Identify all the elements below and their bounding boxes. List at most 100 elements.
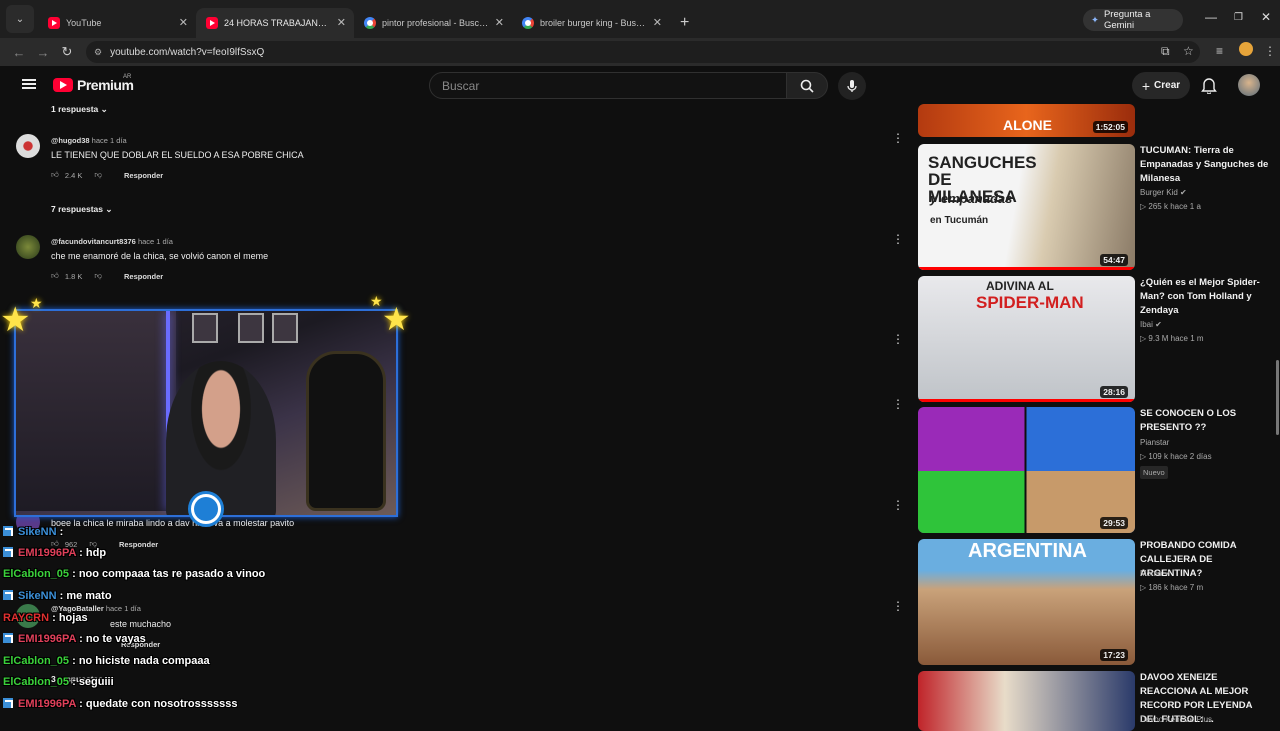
chat-text: : quedate con nosotrosssssss: [79, 698, 238, 710]
comment-time[interactable]: hace 1 día: [138, 237, 173, 246]
minimize-icon[interactable]: —: [1205, 10, 1217, 24]
url-field[interactable]: ⚙ youtube.com/watch?v=feoI9lfSsxQ: [86, 41, 1200, 63]
channel-badge-icon: [188, 491, 224, 527]
create-button[interactable]: + Crear: [1132, 72, 1190, 99]
dislike-icon[interactable]: 👎︎: [94, 170, 102, 180]
new-tab-icon[interactable]: +: [680, 14, 689, 32]
comment-menu-icon[interactable]: ⋮: [892, 398, 904, 410]
channel-name[interactable]: Momo ✔: [1140, 569, 1171, 578]
comment-time[interactable]: hace 1 día: [92, 136, 127, 145]
reply-button[interactable]: Responder: [124, 171, 163, 180]
youtube-icon: [206, 17, 218, 29]
comment-menu-icon[interactable]: ⋮: [892, 233, 904, 245]
youtube-logo-icon: [53, 78, 73, 92]
like-icon[interactable]: 👍︎: [51, 170, 59, 180]
video-title[interactable]: TUCUMAN: Tierra de Empanadas y Sanguches…: [1140, 144, 1272, 186]
comment-menu-icon[interactable]: ⋮: [892, 600, 904, 612]
tab-search-button[interactable]: ⌄: [6, 5, 34, 33]
video-duration: 29:53: [1100, 517, 1128, 529]
close-tab-icon[interactable]: ✕: [179, 16, 188, 29]
thumbnail-text: y empanadas: [930, 191, 1013, 206]
gemini-button[interactable]: ✦ Pregunta a Gemini: [1083, 9, 1183, 31]
close-tab-icon[interactable]: ✕: [653, 16, 662, 29]
close-tab-icon[interactable]: ✕: [495, 16, 504, 29]
comment-text: LE TIENEN QUE DOBLAR EL SUELDO A ESA POB…: [51, 150, 304, 160]
browser-tab[interactable]: pintor profesional - Buscar con ✕: [354, 8, 512, 38]
comment-avatar[interactable]: [16, 235, 40, 259]
play-icon: ▷: [1140, 583, 1147, 592]
comment-time[interactable]: hace 1 día: [106, 604, 141, 613]
video-thumbnail[interactable]: 29:53: [918, 407, 1135, 533]
reply-button[interactable]: Responder: [119, 540, 158, 549]
thumbnail-text: ARGENTINA: [968, 540, 1087, 562]
dislike-icon[interactable]: 👎︎: [94, 271, 102, 281]
comment-author[interactable]: @facundovitancurt8376: [51, 237, 136, 246]
google-icon: [364, 17, 376, 29]
close-window-icon[interactable]: ✕: [1261, 10, 1271, 24]
video-thumbnail[interactable]: [918, 671, 1135, 731]
search-input[interactable]: Buscar: [429, 72, 787, 99]
replies-toggle[interactable]: 7 respuestas ⌄: [51, 204, 112, 215]
search-button[interactable]: [786, 72, 828, 99]
play-icon: ▷: [1140, 452, 1147, 461]
comment-header: @hugod38 hace 1 día: [51, 136, 127, 145]
replies-toggle[interactable]: 1 respuesta ⌄: [51, 104, 108, 115]
streamer: [166, 361, 276, 515]
comment-menu-icon[interactable]: ⋮: [892, 333, 904, 345]
forward-icon[interactable]: →: [32, 45, 54, 60]
chat-username: RAYCRN: [3, 612, 50, 624]
comment-avatar[interactable]: [16, 134, 40, 158]
chrome-menu-icon[interactable]: ⋮: [1264, 44, 1276, 58]
chat-username: ElCablon_05: [3, 676, 70, 688]
browser-tab[interactable]: YouTube ✕: [38, 8, 196, 38]
voice-search-button[interactable]: [838, 72, 866, 100]
chat-username: EMI1996PA: [18, 698, 77, 710]
like-icon[interactable]: 👍︎: [51, 271, 59, 281]
webcam-background: [16, 311, 176, 511]
comment-author[interactable]: @hugod38: [51, 136, 90, 145]
chat-username: ElCablon_05: [3, 568, 70, 580]
notifications-bell-icon[interactable]: [1201, 76, 1217, 94]
restore-icon[interactable]: ❐: [1234, 12, 1243, 23]
cast-icon[interactable]: ⧉: [1161, 44, 1170, 59]
chat-message: SikeNN :: [3, 526, 63, 538]
microphone-icon: [847, 80, 857, 92]
site-info-icon[interactable]: ⚙: [94, 47, 102, 58]
menu-icon[interactable]: [22, 79, 36, 89]
chat-message: RAYCRN : hojas: [3, 612, 88, 624]
browser-profile-avatar[interactable]: [1239, 42, 1253, 56]
reply-button[interactable]: Responder: [124, 272, 163, 281]
page-scrollbar[interactable]: [1276, 360, 1279, 435]
reload-icon[interactable]: ↻: [56, 44, 78, 60]
media-controls-icon[interactable]: ≡: [1216, 44, 1223, 58]
thumbnail-text: en Tucumán: [930, 215, 989, 226]
channel-name[interactable]: Ibai ✔: [1140, 320, 1162, 329]
comment-menu-icon[interactable]: ⋮: [892, 499, 904, 511]
verified-icon: ✔: [1180, 188, 1187, 197]
chat-text: : seguiii: [72, 676, 114, 688]
chat-text: : no te vayas: [79, 633, 146, 645]
star-decoration-icon: ★: [370, 293, 383, 309]
gaming-chair: [306, 351, 386, 511]
channel-name[interactable]: Pianstar: [1140, 438, 1169, 447]
chat-message: EMI1996PA : hdp: [3, 547, 106, 559]
bookmark-star-icon[interactable]: ☆: [1183, 44, 1194, 58]
chat-message: ElCablon_05 : seguiii: [3, 676, 114, 688]
chat-username: EMI1996PA: [18, 633, 77, 645]
browser-tab[interactable]: broiler burger king - Buscar con ✕: [512, 8, 670, 38]
browser-tab-active[interactable]: 24 HORAS TRABAJANDO EN UN ✕: [196, 8, 354, 38]
youtube-premium-logo[interactable]: Premium AR: [53, 74, 134, 93]
back-icon[interactable]: ←: [8, 45, 30, 60]
video-title[interactable]: SE CONOCEN O LOS PRESENTO ??: [1140, 407, 1272, 435]
video-thumbnail[interactable]: ALONE 1:52:05: [918, 104, 1135, 137]
chat-message: EMI1996PA : quedate con nosotrosssssss: [3, 698, 237, 710]
video-thumbnail[interactable]: ARGENTINA 17:23: [918, 539, 1135, 665]
channel-name[interactable]: Burger Kid ✔: [1140, 188, 1187, 197]
video-thumbnail[interactable]: SANGUCHES DE MILANESA y empanadas en Tuc…: [918, 144, 1135, 270]
comment-menu-icon[interactable]: ⋮: [892, 132, 904, 144]
video-title[interactable]: ¿Quién es el Mejor Spider-Man? con Tom H…: [1140, 276, 1272, 318]
video-thumbnail[interactable]: ADIVINA AL SPIDER-MAN 28:16: [918, 276, 1135, 402]
account-avatar[interactable]: [1238, 74, 1260, 96]
comment-actions: 👍︎ 1.8 K 👎︎ Responder: [51, 271, 163, 281]
close-tab-icon[interactable]: ✕: [337, 16, 346, 29]
